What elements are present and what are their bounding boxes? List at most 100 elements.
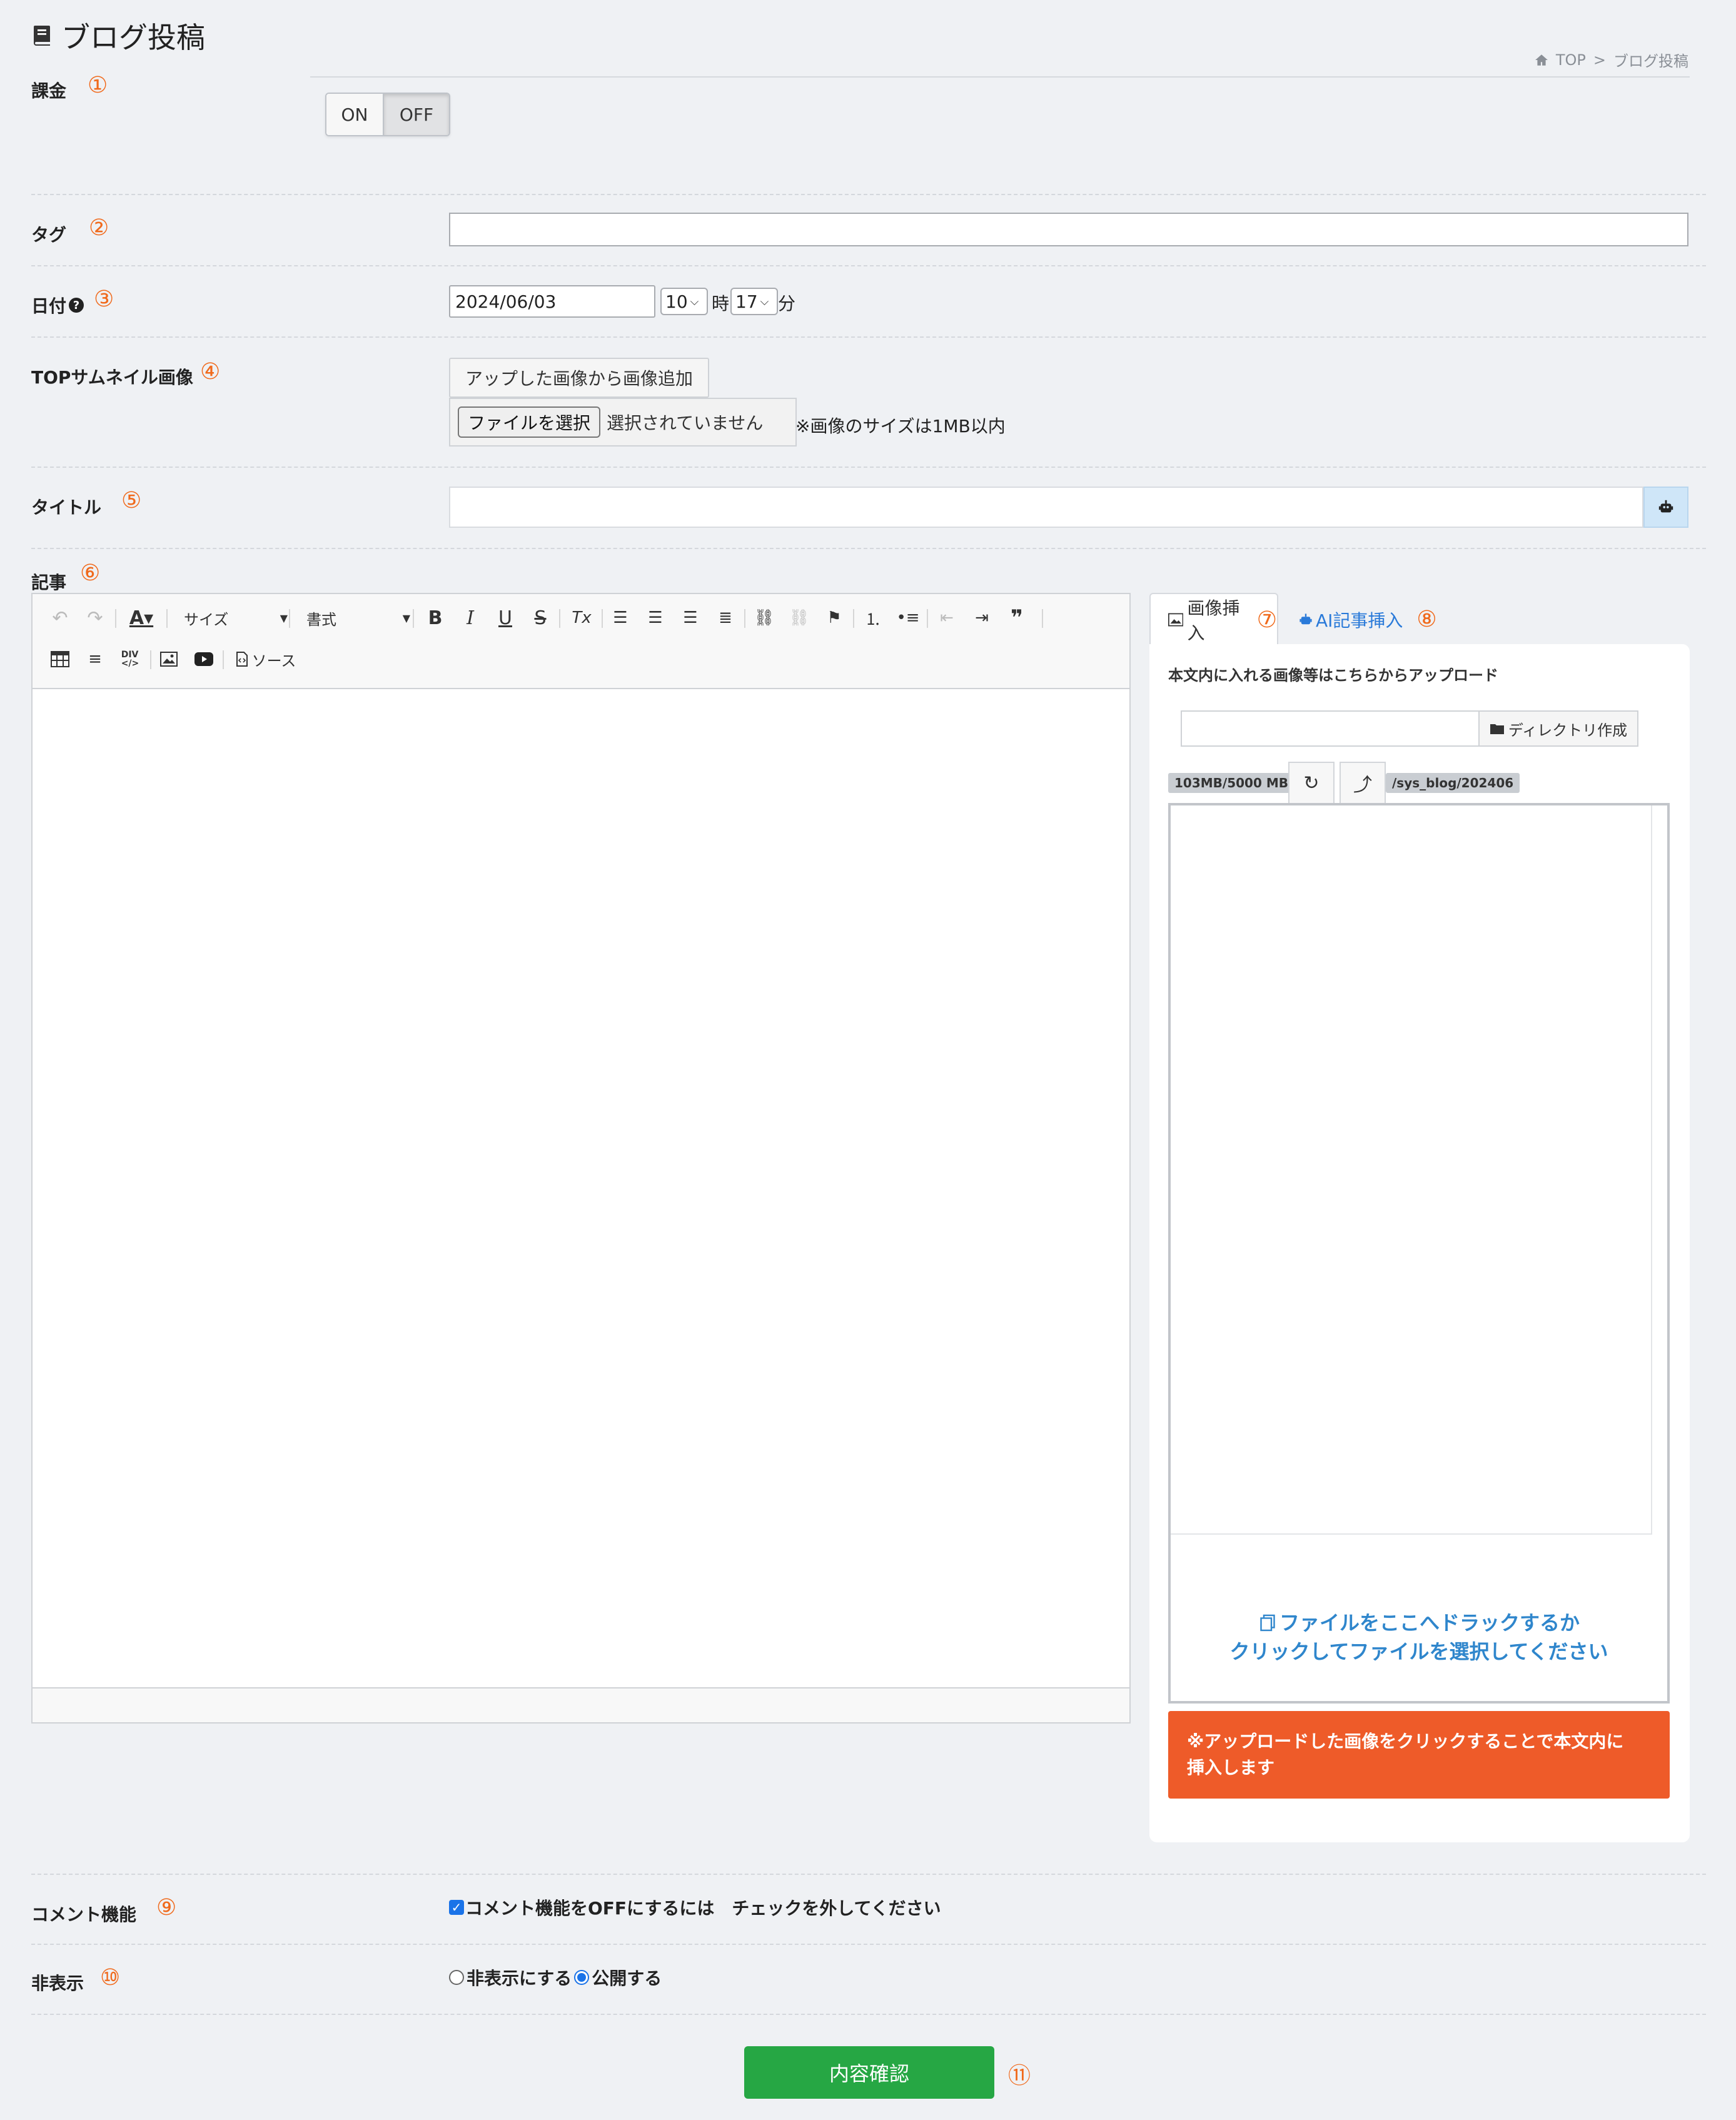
source-button[interactable]: ソース — [231, 647, 300, 672]
size-dropdown[interactable]: サイズ ▼ — [173, 605, 288, 630]
bold-icon[interactable]: B — [423, 605, 448, 630]
strikethrough-icon[interactable]: S — [528, 605, 553, 630]
breadcrumb: TOP > ブログ投稿 — [1535, 49, 1688, 71]
editor-status-bar — [33, 1687, 1129, 1722]
tab-image-label: 画像挿入 — [1187, 598, 1240, 644]
help-icon[interactable]: ? — [69, 298, 84, 313]
robot-icon — [1299, 613, 1312, 624]
source-icon — [236, 652, 248, 667]
tab-image-insert[interactable]: 画像挿入 ⑦ — [1149, 593, 1278, 645]
hour-unit: 時 — [712, 293, 730, 314]
uploaded-file-list — [1171, 805, 1652, 1535]
youtube-icon[interactable] — [191, 647, 216, 672]
marker-7: ⑦ — [1256, 607, 1277, 633]
billing-on-button[interactable]: ON — [326, 94, 384, 135]
visibility-radio-group: 非表示にする 公開する — [449, 1965, 662, 1990]
hide-radio[interactable] — [449, 1970, 464, 1985]
undo-icon[interactable]: ↶ — [48, 605, 73, 630]
comment-checkbox[interactable]: ✓ — [449, 1900, 464, 1915]
divider — [31, 2014, 1706, 2015]
add-from-uploaded-button[interactable]: アップした画像から画像追加 — [449, 358, 709, 398]
editor-toolbar: ↶ ↷ A▾ サイズ ▼ 書式 ▼ B I U S Tx ☰ ☰ ☰ ≣ ⛓ ⛓ ⚑… — [33, 594, 1129, 689]
marker-5: ⑤ — [121, 488, 142, 513]
confirm-button[interactable]: 内容確認 — [744, 2046, 994, 2099]
anchor-flag-icon[interactable]: ⚑ — [822, 605, 847, 630]
clear-format-icon[interactable]: Tx — [567, 605, 597, 630]
minute-value: 17 — [735, 291, 758, 312]
align-justify-icon[interactable]: ≣ — [713, 605, 738, 630]
bullet-list-icon[interactable]: •≡ — [896, 605, 921, 630]
breadcrumb-current: ブログ投稿 — [1613, 53, 1688, 70]
numbered-list-icon[interactable]: ⒈ — [860, 605, 886, 630]
marker-8: ⑧ — [1416, 607, 1437, 632]
date-input[interactable]: 2024/06/03 — [449, 285, 655, 318]
align-right-icon[interactable]: ☰ — [678, 605, 703, 630]
insert-notice: ※アップロードした画像をクリックすることで本文内に 挿入します — [1168, 1711, 1670, 1799]
marker-3: ③ — [94, 286, 114, 312]
redo-icon[interactable]: ↷ — [83, 605, 108, 630]
outdent-icon[interactable]: ⇤ — [934, 605, 959, 630]
image-icon[interactable] — [156, 647, 181, 672]
file-drop-zone[interactable]: ファイルをここへドラックするか クリックしてファイルを選択してください — [1168, 803, 1670, 1704]
marker-9: ⑨ — [156, 1895, 177, 1921]
hour-value: 10 — [665, 291, 688, 312]
visibility-label: 非表示 — [31, 1973, 84, 1994]
drop-instructions: ファイルをここへドラックするか クリックしてファイルを選択してください — [1171, 1608, 1667, 1666]
create-directory-button[interactable]: ディレクトリ作成 — [1478, 710, 1638, 747]
hour-select[interactable]: 10 ⌵ — [660, 288, 708, 315]
tag-input[interactable] — [449, 213, 1688, 246]
horizontal-rule-icon[interactable]: ≡ — [83, 647, 108, 672]
upload-description: 本文内に入れる画像等はこちらからアップロード — [1168, 667, 1498, 684]
parent-directory-button[interactable]: ⤴ — [1340, 762, 1386, 804]
divider — [31, 1874, 1706, 1875]
choose-file-button[interactable]: ファイルを選択 — [458, 406, 601, 438]
notice-line-1: ※アップロードした画像をクリックすることで本文内に — [1187, 1731, 1624, 1752]
unlink-icon[interactable]: ⛓ — [787, 605, 812, 630]
divider — [31, 194, 1706, 195]
public-radio-label: 公開する — [592, 1968, 662, 1989]
link-icon[interactable]: ⛓ — [752, 605, 777, 630]
title-input[interactable] — [449, 487, 1643, 528]
hide-radio-label: 非表示にする — [467, 1968, 572, 1989]
blockquote-icon[interactable]: ❞ — [1004, 605, 1029, 630]
source-label: ソース — [251, 652, 296, 670]
minute-unit: 分 — [778, 293, 796, 314]
drop-line-2: クリックしてファイルを選択してください — [1229, 1640, 1608, 1663]
current-path-badge: /sys_blog/202406 — [1386, 773, 1520, 793]
minute-select[interactable]: 17 ⌵ — [730, 288, 778, 315]
underline-icon[interactable]: U — [493, 605, 518, 630]
header-divider — [310, 76, 1690, 78]
notice-line-2: 挿入します — [1187, 1757, 1275, 1778]
indent-icon[interactable]: ⇥ — [969, 605, 994, 630]
breadcrumb-separator: > — [1593, 51, 1606, 69]
drop-line-1: ファイルをここへドラックするか — [1279, 1611, 1580, 1635]
title-label: タイトル — [31, 497, 102, 518]
marker-11: ⑪ — [1008, 2063, 1031, 2089]
div-container-icon[interactable]: DIV </> — [116, 647, 144, 672]
image-icon — [1168, 613, 1184, 627]
tab-ai-insert[interactable]: AI記事挿入 ⑧ — [1298, 607, 1437, 632]
breadcrumb-home[interactable]: TOP — [1556, 51, 1586, 69]
align-left-icon[interactable]: ☰ — [608, 605, 633, 630]
divider — [31, 467, 1706, 468]
rich-text-editor: ↶ ↷ A▾ サイズ ▼ 書式 ▼ B I U S Tx ☰ ☰ ☰ ≣ ⛓ ⛓ ⚑… — [31, 593, 1131, 1724]
comment-toggle[interactable]: ✓ コメント機能をOFFにするには チェックを外してください — [449, 1895, 941, 1920]
level-up-icon: ⤴ — [1353, 774, 1372, 796]
public-radio[interactable] — [574, 1970, 590, 1985]
table-icon[interactable] — [48, 647, 73, 672]
ai-title-button[interactable] — [1643, 487, 1688, 528]
tab-ai-label: AI記事挿入 — [1316, 610, 1403, 631]
no-file-text: 選択されていません — [607, 413, 764, 433]
home-icon — [1535, 54, 1548, 66]
align-center-icon[interactable]: ☰ — [643, 605, 668, 630]
billing-off-button[interactable]: OFF — [384, 94, 449, 135]
text-color-icon[interactable]: A▾ — [123, 605, 160, 630]
chevron-down-icon: ⌵ — [760, 295, 769, 308]
editor-content-area[interactable] — [33, 689, 1129, 1688]
directory-name-input[interactable] — [1181, 710, 1480, 747]
format-dropdown[interactable]: 書式 ▼ — [295, 605, 410, 630]
refresh-button[interactable]: ↻ — [1288, 762, 1335, 804]
marker-6: ⑥ — [80, 560, 101, 586]
marker-2: ② — [89, 215, 109, 241]
italic-icon[interactable]: I — [458, 605, 483, 630]
